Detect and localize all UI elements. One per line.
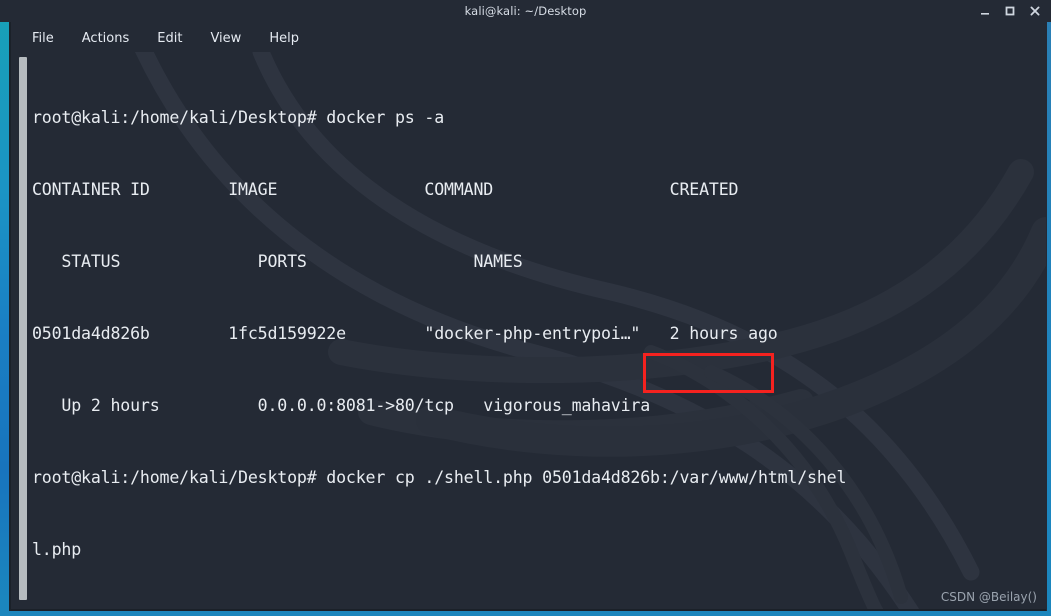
- menu-item-file[interactable]: File: [22, 29, 64, 48]
- menu-item-view[interactable]: View: [200, 29, 251, 48]
- terminal-screen[interactable]: root@kali:/home/kali/Desktop# docker ps …: [32, 58, 1042, 603]
- window-title: kali@kali: ~/Desktop: [464, 4, 587, 18]
- terminal-line: STATUS PORTS NAMES: [32, 252, 523, 271]
- terminal-line: 0501da4d826b 1fc5d159922e "docker-php-en…: [32, 324, 778, 343]
- terminal-window: kali@kali: ~/Desktop File Actions Edit V…: [0, 0, 1051, 616]
- terminal-line: Up 2 hours 0.0.0.0:8081->80/tcp vigorous…: [32, 396, 651, 415]
- menu-item-actions[interactable]: Actions: [72, 29, 140, 48]
- csdn-watermark: CSDN @Beilay(): [940, 590, 1037, 604]
- maximize-icon: [1004, 5, 1016, 17]
- scrollbar-thumb[interactable]: [19, 57, 27, 600]
- terminal-body[interactable]: root@kali:/home/kali/Desktop# docker ps …: [11, 52, 1046, 609]
- terminal-line: CONTAINER ID IMAGE COMMAND CREATED: [32, 180, 739, 199]
- terminal-line: l.php: [32, 540, 82, 559]
- menu-item-help[interactable]: Help: [259, 29, 309, 48]
- window-bottom-accent-border: [0, 611, 1051, 616]
- terminal-line: root@kali:/home/kali/Desktop# docker ps …: [32, 108, 445, 127]
- window-left-accent-border: [0, 0, 9, 616]
- maximize-button[interactable]: [999, 1, 1020, 21]
- close-icon: [1029, 5, 1041, 17]
- minimize-button[interactable]: [974, 1, 995, 21]
- window-controls: [974, 0, 1045, 22]
- menu-bar: File Actions Edit View Help: [11, 24, 1046, 52]
- close-button[interactable]: [1024, 1, 1045, 21]
- window-right-accent-border: [1047, 0, 1051, 616]
- menu-item-edit[interactable]: Edit: [147, 29, 192, 48]
- title-bar[interactable]: kali@kali: ~/Desktop: [0, 0, 1051, 22]
- minimize-icon: [979, 5, 991, 17]
- terminal-scrollbar[interactable]: [16, 52, 30, 609]
- terminal-line: root@kali:/home/kali/Desktop# docker cp …: [32, 468, 847, 487]
